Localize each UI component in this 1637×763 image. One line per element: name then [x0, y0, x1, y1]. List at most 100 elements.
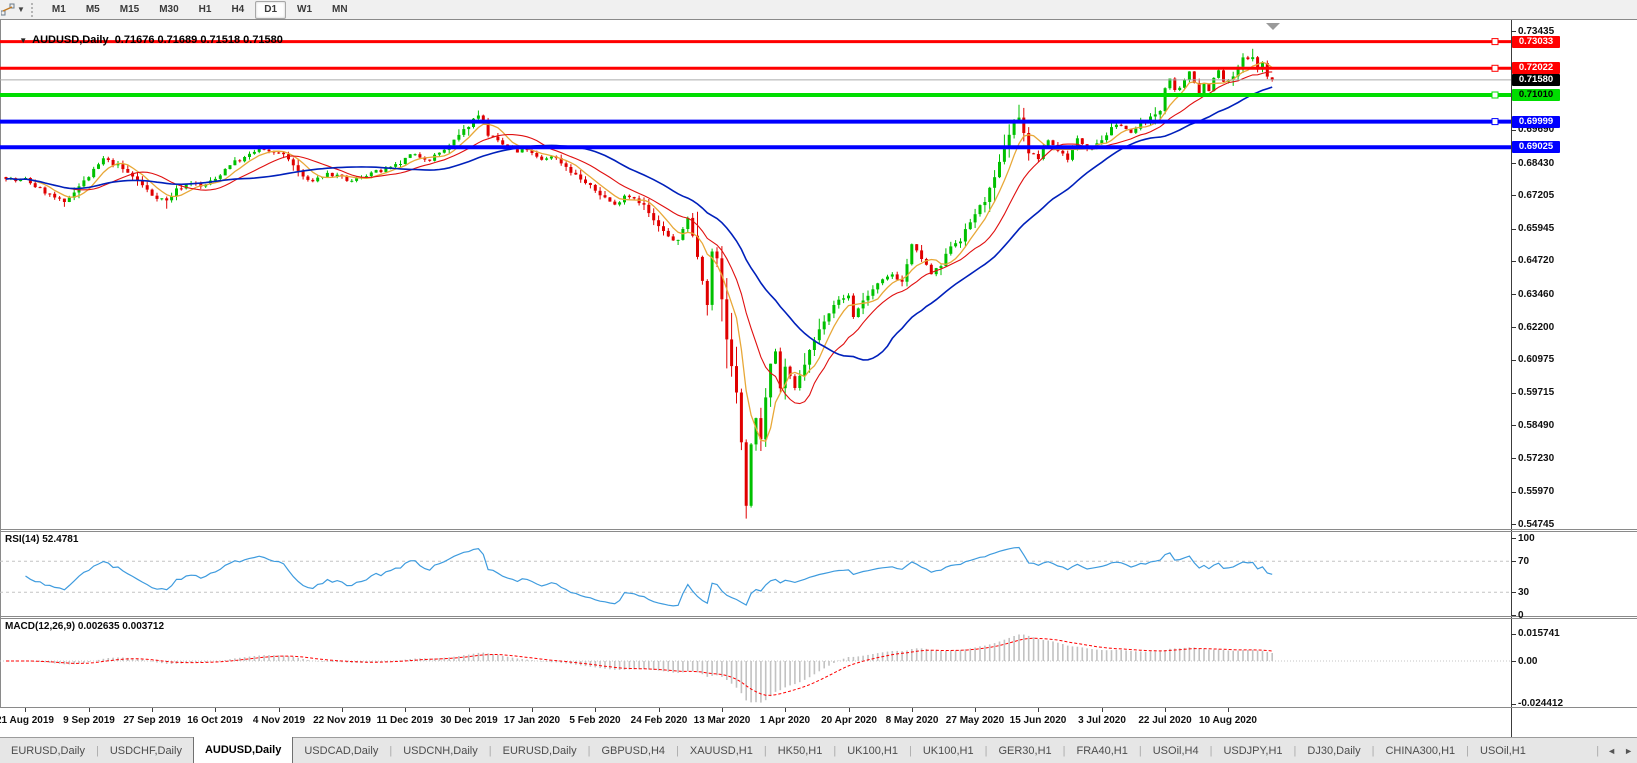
symbol-tab-eurusd-daily[interactable]: EURUSD,Daily	[492, 738, 588, 763]
indicators-icon[interactable]	[1, 3, 15, 16]
rsi-scale-label: 0	[1518, 610, 1524, 621]
symbol-tab-uk100-h1[interactable]: UK100,H1	[836, 738, 909, 763]
date-label: 5 Feb 2020	[569, 715, 621, 726]
rsi-scale-label: 70	[1518, 556, 1530, 567]
date-tick-mark	[785, 708, 786, 712]
date-label: 24 Feb 2020	[630, 715, 688, 726]
timeframe-button-m1[interactable]: M1	[43, 1, 75, 19]
groove-rsi-macd-a	[0, 616, 1637, 617]
hline-price-tag[interactable]: 0.69025	[1512, 141, 1560, 153]
symbol-tab-fra40-h1[interactable]: FRA40,H1	[1066, 738, 1139, 763]
price-tick-label: 0.64720	[1518, 255, 1555, 266]
price-tick-mark	[1511, 163, 1516, 164]
macd-scale-label: 0.015741	[1518, 628, 1560, 639]
price-tick-label: 0.60975	[1518, 354, 1555, 365]
groove-main-rsi-b	[0, 531, 1637, 532]
chart-menu-caret-icon[interactable]: ▼	[19, 36, 27, 45]
toolbar-grip[interactable]	[30, 2, 37, 17]
symbol-tab-usdjpy-h1[interactable]: USDJPY,H1	[1212, 738, 1293, 763]
price-tick-mark	[1511, 294, 1516, 295]
toolbar: ▼ M1 M5 M15 M30 H1 H4 D1 W1 MN	[0, 0, 1637, 20]
price-tick-label: 0.62200	[1518, 322, 1555, 333]
date-tick-mark	[342, 708, 343, 712]
symbol-tab-usdcnh-daily[interactable]: USDCNH,Daily	[392, 738, 489, 763]
date-label: 30 Dec 2019	[440, 715, 498, 726]
symbol-tab-ger30-h1[interactable]: GER30,H1	[987, 738, 1062, 763]
rsi-label: RSI(14) 52.4781	[5, 534, 79, 545]
timeframe-toolbar: M1 M5 M15 M30 H1 H4 D1 W1 MN	[43, 0, 359, 19]
date-label: 13 Mar 2020	[693, 715, 751, 726]
date-label: 3 Jul 2020	[1078, 715, 1126, 726]
rsi-tick-mark	[1511, 615, 1516, 616]
rsi-tick-mark	[1511, 592, 1516, 593]
timeframe-button-m15[interactable]: M15	[111, 1, 148, 19]
date-label: 8 May 2020	[885, 715, 939, 726]
main-chart-canvas[interactable]	[0, 19, 1511, 530]
hline-price-tag[interactable]: 0.73033	[1512, 36, 1560, 48]
symbol-tab-audusd-daily[interactable]: AUDUSD,Daily	[192, 737, 294, 763]
symbol-tab-xauusd-h1[interactable]: XAUUSD,H1	[679, 738, 764, 763]
scroll-to-end-marker[interactable]	[1266, 23, 1280, 30]
price-tick-label: 0.68430	[1518, 158, 1555, 169]
symbol-tab-bar: EURUSD,Daily | USDCHF,Daily AUDUSD,Daily USD…	[0, 737, 1637, 763]
chart-title-ohlc: 0.71676 0.71689 0.71518 0.71580	[114, 34, 283, 46]
date-label: 1 Apr 2020	[759, 715, 811, 726]
date-label: 4 Nov 2019	[252, 715, 306, 726]
symbol-tab-hk50-h1[interactable]: HK50,H1	[767, 738, 834, 763]
macd-scale-label: 0.00	[1518, 656, 1538, 667]
date-label: 27 Sep 2019	[123, 715, 181, 726]
date-axis[interactable]: 21 Aug 2019 9 Sep 2019 27 Sep 2019 16 Oct 2…	[0, 708, 1511, 737]
chart-title: ▼ AUDUSD,Daily 0.71676 0.71689 0.71518 0.…	[7, 22, 283, 58]
price-tick-mark	[1511, 360, 1516, 361]
symbol-tab-china300-h1[interactable]: CHINA300,H1	[1374, 738, 1466, 763]
date-tick-mark	[532, 708, 533, 712]
price-tick-label: 0.57230	[1518, 453, 1555, 464]
date-label: 20 Apr 2020	[821, 715, 877, 726]
timeframe-button-h1[interactable]: H1	[190, 1, 221, 19]
date-tick-mark	[1102, 708, 1103, 712]
macd-value: 0.002635 0.003712	[77, 621, 165, 632]
symbol-tab-usoil-h1[interactable]: USOil,H1	[1469, 738, 1537, 763]
macd-tick-mark	[1511, 704, 1516, 705]
rsi-scale-label: 30	[1518, 587, 1530, 598]
symbol-tab-gbpusd-h4[interactable]: GBPUSD,H4	[590, 738, 676, 763]
date-label: 11 Dec 2019	[376, 715, 434, 726]
macd-canvas[interactable]	[0, 619, 1511, 707]
hline-price-tag[interactable]: 0.72022	[1512, 62, 1560, 74]
timeframe-button-m30[interactable]: M30	[150, 1, 187, 19]
symbol-tab-usdcad-daily[interactable]: USDCAD,Daily	[293, 738, 389, 763]
rsi-canvas[interactable]	[0, 532, 1511, 616]
date-tick-mark	[1228, 708, 1229, 712]
price-tick-mark	[1511, 261, 1516, 262]
timeframe-button-d1[interactable]: D1	[255, 0, 287, 19]
symbol-tab-usoil-h4[interactable]: USOil,H4	[1142, 738, 1210, 763]
date-tick-mark	[152, 708, 153, 712]
price-tick-label: 0.65945	[1518, 223, 1555, 234]
frame-top	[0, 19, 1637, 20]
symbol-tab-usdchf-daily[interactable]: USDCHF,Daily	[99, 738, 193, 763]
dropdown-caret-icon[interactable]: ▼	[17, 5, 25, 14]
price-tick-label: 0.59715	[1518, 387, 1555, 398]
timeframe-button-m5[interactable]: M5	[77, 1, 109, 19]
date-tick-mark	[469, 708, 470, 712]
price-tick-mark	[1511, 492, 1516, 493]
price-tick-label: 0.54745	[1518, 519, 1555, 530]
symbol-tab-eurusd-daily[interactable]: EURUSD,Daily	[0, 738, 96, 763]
date-tick-mark	[215, 708, 216, 712]
timeframe-button-h4[interactable]: H4	[222, 1, 253, 19]
hline-price-tag[interactable]: 0.69999	[1512, 116, 1560, 128]
price-tick-mark	[1511, 229, 1516, 230]
timeframe-button-mn[interactable]: MN	[323, 1, 357, 19]
tab-scroll-right-icon[interactable]: ►	[1624, 746, 1633, 756]
date-label: 9 Sep 2019	[63, 715, 115, 726]
date-tick-mark	[722, 708, 723, 712]
hline-price-tag[interactable]: 0.71010	[1512, 89, 1560, 101]
date-tick-mark	[659, 708, 660, 712]
price-tick-mark	[1511, 31, 1516, 32]
symbol-tab-dj30-daily[interactable]: DJ30,Daily	[1296, 738, 1371, 763]
tab-scroll-left-icon[interactable]: ◄	[1607, 746, 1616, 756]
price-tick-mark	[1511, 524, 1516, 525]
symbol-tab-uk100-h1[interactable]: UK100,H1	[912, 738, 985, 763]
timeframe-button-w1[interactable]: W1	[288, 1, 321, 19]
macd-label: MACD(12,26,9) 0.002635 0.003712	[5, 621, 165, 632]
